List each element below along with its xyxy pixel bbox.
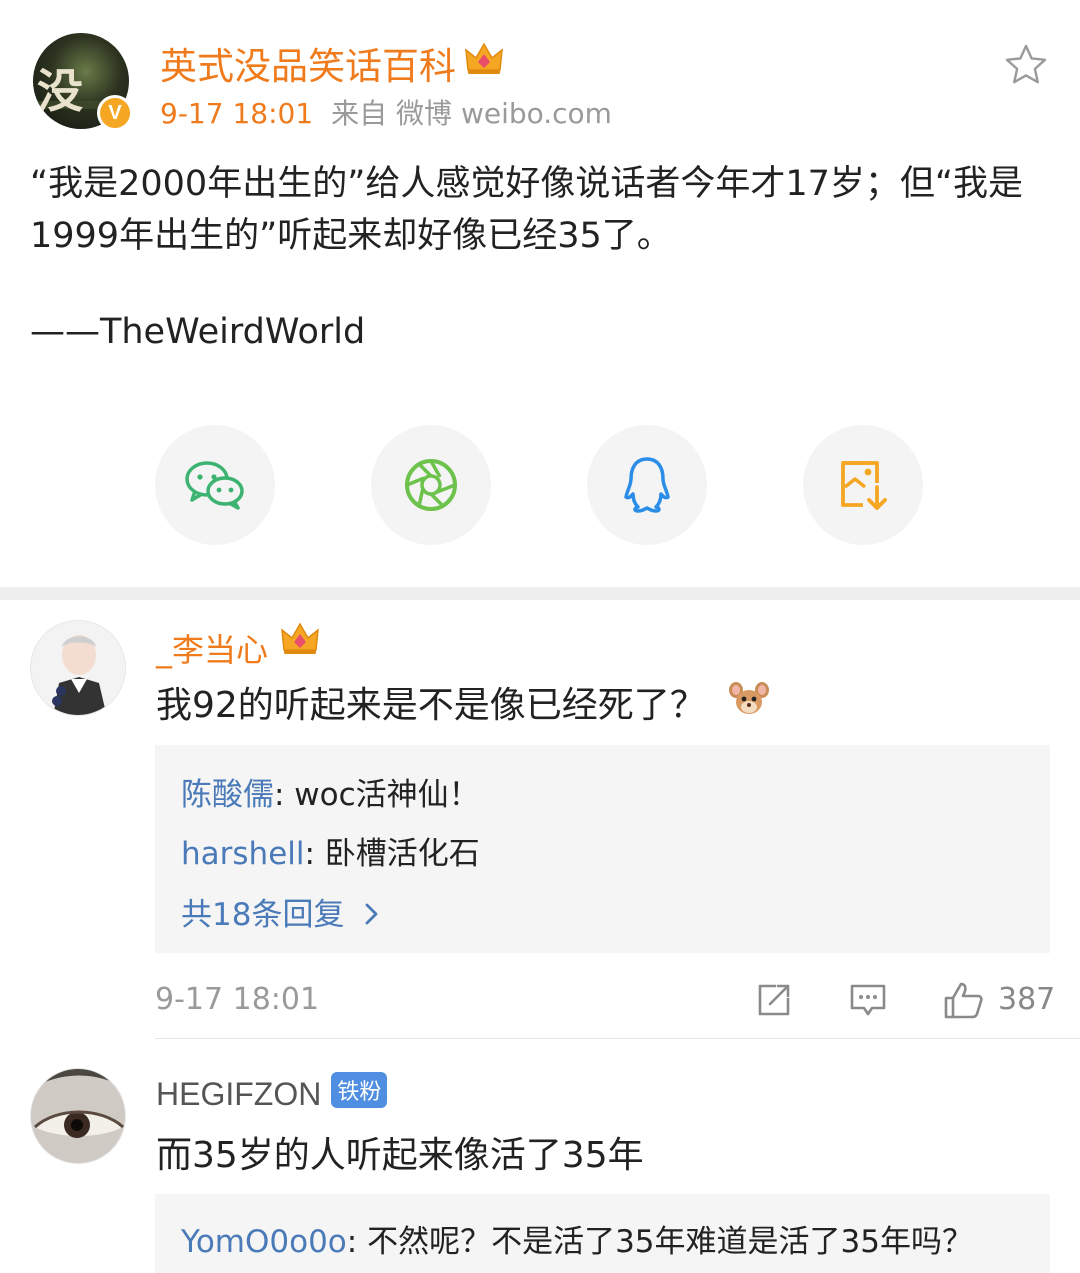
reply-text: : 卧槽活化石 [304, 836, 480, 872]
comment-text: 而35岁的人听起来像活了35年 [156, 1135, 644, 1176]
jerry-mouse-emoji [729, 682, 769, 714]
reply-user: 陈酸儒 [181, 777, 274, 813]
crown-icon [465, 42, 503, 74]
more-replies-link[interactable]: 共18条回复 [181, 889, 380, 934]
favorite-star-icon[interactable] [1003, 42, 1049, 88]
reply-comment-icon[interactable] [848, 980, 888, 1020]
comment-time: 9-17 18:01 [155, 982, 320, 1017]
comment-divider [155, 1038, 1080, 1039]
like-count: 387 [998, 982, 1056, 1017]
more-replies-text: 共18条回复 [181, 897, 345, 933]
reply-preview-box[interactable]: YomO0o0o: 不然呢？不是活了35年难道是活了35年吗？ [155, 1194, 1050, 1273]
reply-user: YomO0o0o [181, 1224, 347, 1260]
commenter-name[interactable]: HEGIFZON 铁粉 [156, 1072, 388, 1113]
reply-user: harshell [181, 836, 305, 872]
avatar-glyph: 没 [37, 64, 83, 118]
comment-footer: 9-17 18:01 387 [0, 972, 1080, 1032]
repost-icon[interactable] [754, 980, 794, 1020]
wechat-icon [185, 461, 244, 510]
commenter-avatar[interactable] [30, 1068, 126, 1164]
post-body: “我是2000年出生的”给人感觉好像说话者今年才17岁；但“我是1999年出生的… [30, 164, 1024, 256]
verified-badge-text: V [108, 101, 122, 124]
comment-text: 我92的听起来是不是像已经死了？ [156, 685, 706, 726]
post-signature: ——TheWeirdWorld [30, 312, 366, 352]
chevron-right-icon [365, 903, 378, 925]
reply-text: : woc活神仙！ [274, 777, 480, 813]
post-source: 来自 微博 weibo.com [331, 97, 612, 130]
reply-item[interactable]: harshell: 卧槽活化石 [181, 828, 480, 873]
avatar-eye [31, 1069, 125, 1163]
author-name[interactable]: 英式没品笑话百科 [160, 36, 456, 90]
commenter-avatar[interactable] [30, 620, 126, 716]
fan-badge: 铁粉 [331, 1072, 388, 1108]
post-header: 没 V 英式没品笑话百科 9-17 18:01 来自 微博 weibo.com [0, 0, 1080, 140]
comment-item: _李当心 我92的听起来是不是像已经死了？ 陈酸儒: woc活神仙！ harsh… [0, 600, 1080, 1040]
save-image-button[interactable] [803, 425, 923, 545]
commenter-name-text: HEGIFZON [156, 1076, 322, 1112]
share-wechat-button[interactable] [155, 425, 275, 545]
comment-item: HEGIFZON 铁粉 而35岁的人听起来像活了35年 YomO0o0o: 不然呢… [0, 1040, 1080, 1273]
reply-item[interactable]: 陈酸儒: woc活神仙！ [181, 769, 480, 814]
author-name-text: 英式没品笑话百科 [160, 45, 456, 88]
share-row [0, 425, 1080, 547]
commenter-name-text: _李当心 [156, 631, 269, 669]
post-time: 9-17 18:01 [160, 97, 314, 130]
section-divider [0, 587, 1080, 600]
crown-icon [281, 622, 319, 654]
reply-item[interactable]: YomO0o0o: 不然呢？不是活了35年难道是活了35年吗？ [181, 1216, 973, 1261]
qq-icon [624, 457, 670, 513]
save-image-icon [841, 461, 887, 510]
post-meta: 9-17 18:01 来自 微博 weibo.com [160, 92, 612, 132]
commenter-name[interactable]: _李当心 [156, 625, 268, 671]
verified-badge: V [97, 95, 133, 131]
share-qq-button[interactable] [587, 425, 707, 545]
like-thumb-icon[interactable] [942, 980, 986, 1020]
reply-preview-box[interactable]: 陈酸儒: woc活神仙！ harshell: 卧槽活化石 共18条回复 [155, 745, 1050, 953]
share-moments-button[interactable] [371, 425, 491, 545]
avatar-figure [31, 621, 125, 715]
moments-icon [405, 459, 457, 511]
reply-text: : 不然呢？不是活了35年难道是活了35年吗？ [346, 1224, 973, 1260]
